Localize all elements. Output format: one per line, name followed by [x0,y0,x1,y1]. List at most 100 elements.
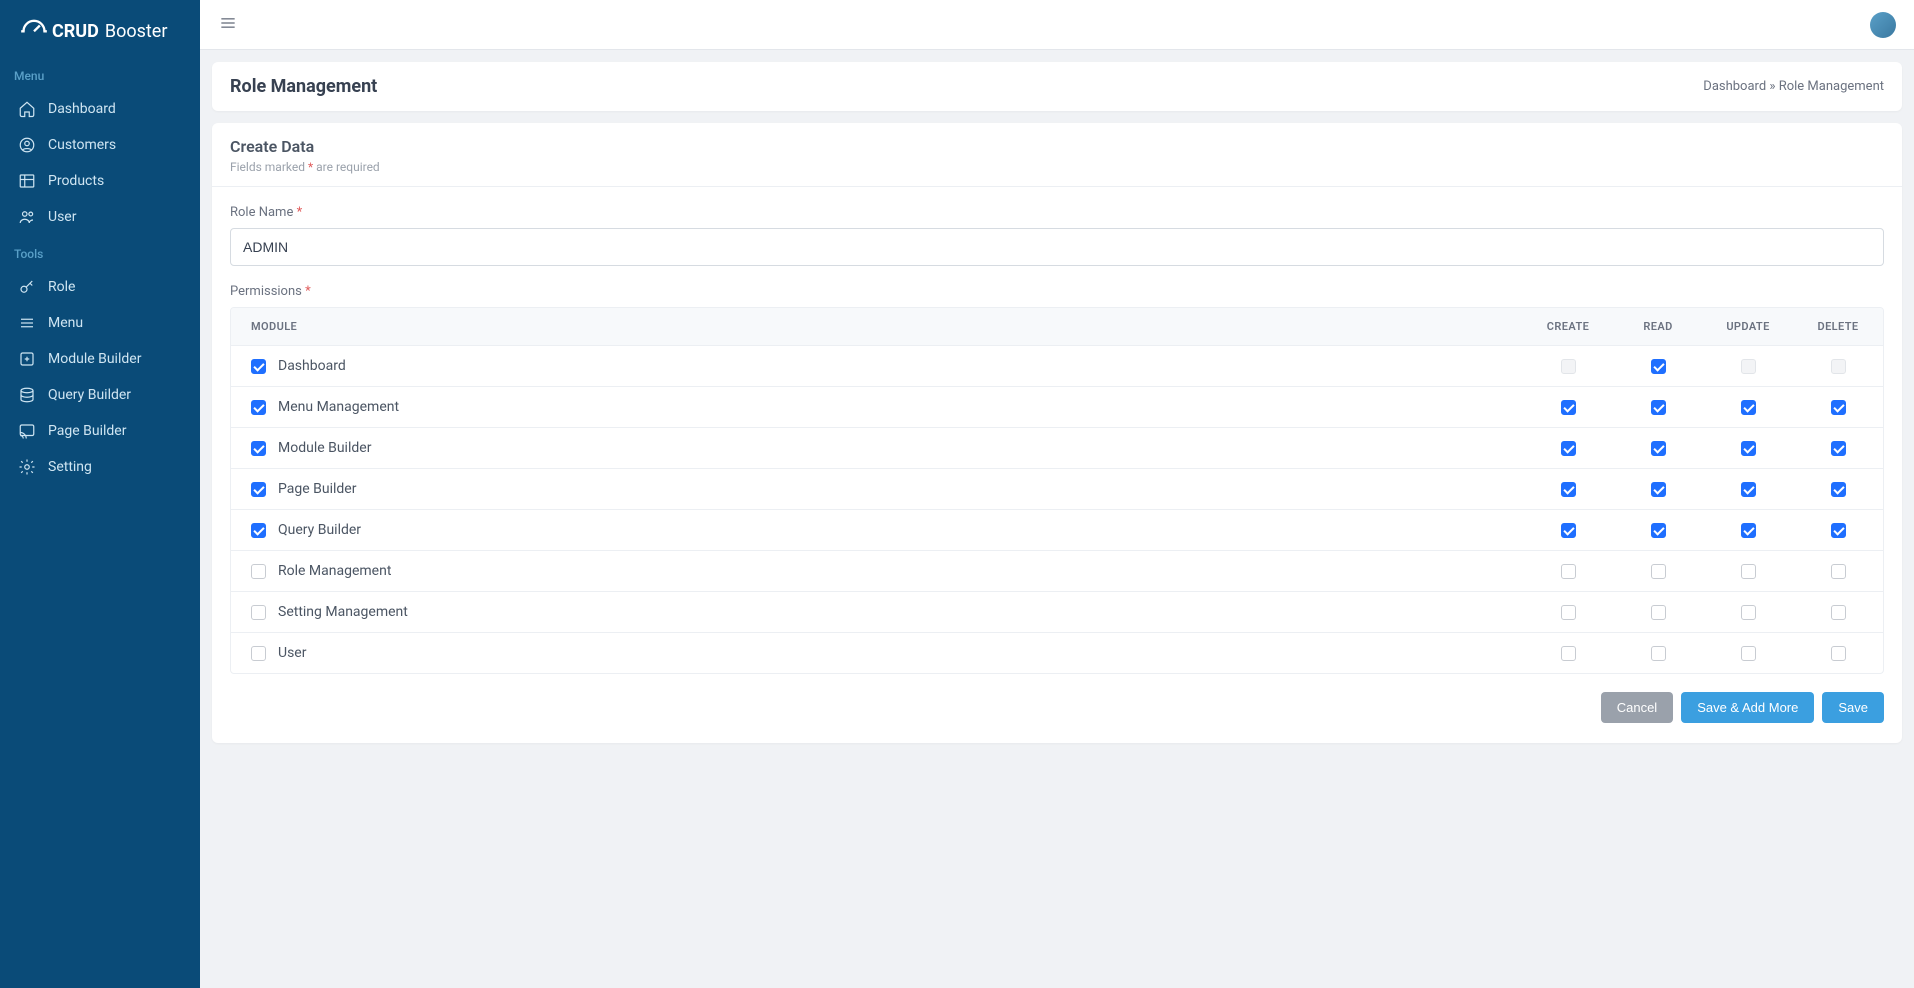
perm-read-checkbox[interactable] [1651,359,1666,374]
save-and-add-more-button[interactable]: Save & Add More [1681,692,1814,723]
module-name: Role Management [278,563,391,579]
perm-read-checkbox[interactable] [1651,482,1666,497]
module-enable-checkbox[interactable] [251,482,266,497]
col-read: Read [1613,308,1703,346]
table-row: Setting Management [231,592,1883,633]
perm-update-checkbox[interactable] [1741,646,1756,661]
module-name: Setting Management [278,604,408,620]
page-header: Role Management Dashboard » Role Managem… [212,62,1902,111]
perm-delete-checkbox[interactable] [1831,441,1846,456]
breadcrumb-current: Role Management [1779,79,1884,94]
module-name: User [278,645,306,661]
sidebar-toggle-button[interactable] [212,7,244,43]
box-icon [18,350,36,368]
sidebar-item-menu[interactable]: Menu [0,305,200,341]
cast-icon [18,422,36,440]
module-name: Menu Management [278,399,399,415]
brand-bold: CRUD [52,21,99,42]
permissions-table: Module Create Read Update Delete Dashboa… [230,307,1884,674]
module-name: Dashboard [278,358,346,374]
perm-read-checkbox[interactable] [1651,523,1666,538]
sidebar-section-tools: Tools [0,235,200,269]
perm-delete-checkbox[interactable] [1831,646,1846,661]
table-row: User [231,633,1883,674]
sidebar-item-dashboard[interactable]: Dashboard [0,91,200,127]
perm-read-checkbox[interactable] [1651,400,1666,415]
sidebar-item-label: User [48,209,76,225]
perm-delete-checkbox[interactable] [1831,400,1846,415]
perm-update-checkbox[interactable] [1741,564,1756,579]
sidebar-item-setting[interactable]: Setting [0,449,200,485]
col-update: Update [1703,308,1793,346]
perm-create-checkbox[interactable] [1561,523,1576,538]
module-enable-checkbox[interactable] [251,400,266,415]
perm-create-checkbox[interactable] [1561,441,1576,456]
role-name-label: Role Name * [230,205,1884,220]
col-module: Module [231,308,1523,346]
perm-update-checkbox[interactable] [1741,441,1756,456]
sidebar-item-label: Query Builder [48,387,131,403]
sidebar-item-query-builder[interactable]: Query Builder [0,377,200,413]
form-card: Create Data Fields marked * are required… [212,123,1902,743]
form-actions: Cancel Save & Add More Save [230,692,1884,723]
hamburger-icon [218,21,238,37]
table-row: Menu Management [231,387,1883,428]
breadcrumb-root[interactable]: Dashboard [1703,79,1766,94]
brand-logo[interactable]: CRUD Booster [0,0,200,57]
sidebar-item-user[interactable]: User [0,199,200,235]
perm-update-checkbox[interactable] [1741,523,1756,538]
module-enable-checkbox[interactable] [251,564,266,579]
gear-icon [18,458,36,476]
save-button[interactable]: Save [1822,692,1884,723]
perm-create-checkbox[interactable] [1561,400,1576,415]
role-name-input[interactable] [230,228,1884,266]
table-row: Page Builder [231,469,1883,510]
card-title: Create Data [230,137,1884,156]
perm-update-checkbox[interactable] [1741,400,1756,415]
avatar[interactable] [1870,12,1896,38]
table-row: Role Management [231,551,1883,592]
sidebar-item-label: Page Builder [48,423,126,439]
key-icon [18,278,36,296]
brand-light: Booster [105,21,168,42]
cancel-button[interactable]: Cancel [1601,692,1673,723]
perm-create-checkbox[interactable] [1561,646,1576,661]
perm-delete-checkbox[interactable] [1831,482,1846,497]
perm-delete-checkbox[interactable] [1831,523,1846,538]
perm-delete-checkbox[interactable] [1831,605,1846,620]
perm-read-checkbox[interactable] [1651,605,1666,620]
perm-update-checkbox[interactable] [1741,482,1756,497]
list-icon [18,314,36,332]
perm-read-checkbox[interactable] [1651,646,1666,661]
perm-create-checkbox[interactable] [1561,605,1576,620]
users-icon [18,208,36,226]
sidebar-item-label: Menu [48,315,83,331]
module-enable-checkbox[interactable] [251,441,266,456]
module-enable-checkbox[interactable] [251,605,266,620]
permissions-label: Permissions * [230,284,1884,299]
col-create: Create [1523,308,1613,346]
module-enable-checkbox[interactable] [251,646,266,661]
sidebar-item-products[interactable]: Products [0,163,200,199]
module-enable-checkbox[interactable] [251,523,266,538]
brand-gauge-icon [20,15,48,47]
module-name: Query Builder [278,522,361,538]
perm-read-checkbox[interactable] [1651,441,1666,456]
table-row: Module Builder [231,428,1883,469]
perm-update-checkbox[interactable] [1741,605,1756,620]
required-hint: Fields marked * are required [230,160,1884,174]
perm-create-checkbox[interactable] [1561,564,1576,579]
home-icon [18,100,36,118]
user-circle-icon [18,136,36,154]
perm-read-checkbox[interactable] [1651,564,1666,579]
module-enable-checkbox[interactable] [251,359,266,374]
perm-create-checkbox[interactable] [1561,482,1576,497]
sidebar-item-role[interactable]: Role [0,269,200,305]
sidebar-item-customers[interactable]: Customers [0,127,200,163]
table-row: Query Builder [231,510,1883,551]
col-delete: Delete [1793,308,1883,346]
perm-delete-checkbox[interactable] [1831,564,1846,579]
sidebar-item-page-builder[interactable]: Page Builder [0,413,200,449]
table-row: Dashboard [231,346,1883,387]
sidebar-item-module-builder[interactable]: Module Builder [0,341,200,377]
